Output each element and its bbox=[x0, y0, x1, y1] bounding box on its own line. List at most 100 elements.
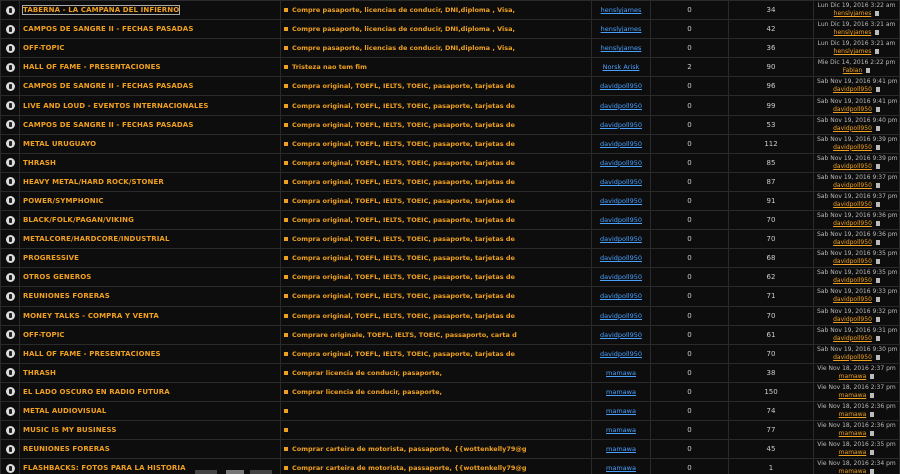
author-link[interactable]: davidpoll950 bbox=[600, 292, 642, 300]
author-link[interactable]: davidpoll950 bbox=[600, 159, 642, 167]
go-to-last-post-icon[interactable] bbox=[870, 392, 875, 398]
last-post-user-link[interactable]: mamawa bbox=[839, 411, 867, 418]
last-post-user-link[interactable]: davidpoll950 bbox=[833, 86, 872, 93]
forum-link[interactable]: HALL OF FAME - PRESENTACIONES bbox=[23, 350, 161, 358]
topic-link[interactable]: Compra original, TOEFL, IELTS, TOEIC, pa… bbox=[292, 273, 515, 281]
last-post-user-link[interactable]: mamawa bbox=[839, 449, 867, 456]
go-to-last-post-icon[interactable] bbox=[875, 278, 880, 284]
last-post-user-link[interactable]: davidpoll950 bbox=[833, 182, 872, 189]
go-to-last-post-icon[interactable] bbox=[870, 431, 875, 437]
last-post-user-link[interactable]: davidpoll950 bbox=[833, 201, 872, 208]
author-link[interactable]: mamawa bbox=[606, 388, 636, 396]
go-to-last-post-icon[interactable] bbox=[875, 106, 880, 112]
topic-link[interactable]: Tristeza nao tem fim bbox=[292, 63, 367, 71]
last-post-user-link[interactable]: davidpoll950 bbox=[833, 335, 872, 342]
go-to-last-post-icon[interactable] bbox=[875, 11, 880, 17]
topic-link[interactable]: Comprar licencia de conducir, pasaporte, bbox=[292, 388, 442, 396]
forum-link[interactable]: REUNIONES FORERAS bbox=[23, 292, 110, 300]
topic-link[interactable]: Compra original, TOEFL, IELTS, TOEIC, pa… bbox=[292, 197, 515, 205]
forum-link[interactable]: BLACK/FOLK/PAGAN/VIKING bbox=[23, 216, 134, 224]
forum-link[interactable]: EL LADO OSCURO EN RADIO FUTURA bbox=[23, 388, 170, 396]
topic-link[interactable]: Compra original, TOEFL, IELTS, TOEIC, pa… bbox=[292, 312, 515, 320]
topic-link[interactable]: Compre pasaporte, licencias de conducir,… bbox=[292, 44, 515, 52]
topic-link[interactable]: Compre pasaporte, licencias de conducir,… bbox=[292, 6, 515, 14]
go-to-last-post-icon[interactable] bbox=[875, 240, 880, 246]
forum-link[interactable]: HALL OF FAME - PRESENTACIONES bbox=[23, 63, 161, 71]
last-post-user-link[interactable]: henslyjames bbox=[834, 48, 872, 55]
author-link[interactable]: davidpoll950 bbox=[600, 312, 642, 320]
forum-link[interactable]: MONEY TALKS - COMPRA Y VENTA bbox=[23, 312, 159, 320]
last-post-user-link[interactable]: davidpoll950 bbox=[833, 316, 872, 323]
forum-link[interactable]: CAMPOS DE SANGRE II - FECHAS PASADAS bbox=[23, 121, 193, 129]
topic-link[interactable]: Compra original, TOEFL, IELTS, TOEIC, pa… bbox=[292, 82, 515, 90]
author-link[interactable]: davidpoll950 bbox=[600, 235, 642, 243]
go-to-last-post-icon[interactable] bbox=[866, 68, 871, 74]
page-link[interactable] bbox=[250, 470, 272, 474]
go-to-last-post-icon[interactable] bbox=[875, 259, 880, 265]
forum-link[interactable]: HEAVY METAL/HARD ROCK/STONER bbox=[23, 178, 164, 186]
go-to-last-post-icon[interactable] bbox=[875, 201, 880, 207]
author-link[interactable]: davidpoll950 bbox=[600, 140, 642, 148]
go-to-last-post-icon[interactable] bbox=[875, 163, 880, 169]
last-post-user-link[interactable]: davidpoll950 bbox=[833, 220, 872, 227]
last-post-user-link[interactable]: davidpoll950 bbox=[833, 277, 872, 284]
last-post-user-link[interactable]: davidpoll950 bbox=[833, 144, 872, 151]
forum-link[interactable]: THRASH bbox=[23, 159, 56, 167]
page-link[interactable] bbox=[195, 470, 217, 474]
author-link[interactable]: henslyjames bbox=[601, 44, 642, 52]
forum-link[interactable]: REUNIONES FORERAS bbox=[23, 445, 110, 453]
author-link[interactable]: mamawa bbox=[606, 407, 636, 415]
forum-link[interactable]: OFF-TOPIC bbox=[23, 44, 65, 52]
go-to-last-post-icon[interactable] bbox=[875, 221, 880, 227]
forum-link[interactable]: OTROS GENEROS bbox=[23, 273, 91, 281]
topic-link[interactable]: Compra original, TOEFL, IELTS, TOEIC, pa… bbox=[292, 159, 515, 167]
topic-link[interactable]: Comprare originale, TOEFL, IELTS, TOEIC,… bbox=[292, 331, 517, 339]
topic-link[interactable]: Compra original, TOEFL, IELTS, TOEIC, pa… bbox=[292, 254, 515, 262]
forum-link[interactable]: LIVE AND LOUD - EVENTOS INTERNACIONALES bbox=[23, 102, 209, 110]
last-post-user-link[interactable]: davidpoll950 bbox=[833, 125, 872, 132]
author-link[interactable]: davidpoll950 bbox=[600, 254, 642, 262]
last-post-user-link[interactable]: Fabian bbox=[843, 67, 863, 74]
go-to-last-post-icon[interactable] bbox=[875, 125, 880, 131]
go-to-last-post-icon[interactable] bbox=[875, 297, 880, 303]
topic-link[interactable]: Comprar carteira de motorista, passaport… bbox=[292, 445, 527, 453]
last-post-user-link[interactable]: mamawa bbox=[839, 392, 867, 399]
author-link[interactable]: davidpoll950 bbox=[600, 216, 642, 224]
forum-link[interactable]: METAL AUDIOVISUAL bbox=[23, 407, 106, 415]
go-to-last-post-icon[interactable] bbox=[875, 87, 880, 93]
go-to-last-post-icon[interactable] bbox=[875, 354, 880, 360]
go-to-last-post-icon[interactable] bbox=[875, 49, 880, 55]
last-post-user-link[interactable]: henslyjames bbox=[834, 29, 872, 36]
forum-link[interactable]: TABERNA - LA CAMPANA DEL INFIERNO bbox=[21, 5, 181, 16]
last-post-user-link[interactable]: mamawa bbox=[839, 430, 867, 437]
go-to-last-post-icon[interactable] bbox=[870, 373, 875, 379]
author-link[interactable]: henslyjames bbox=[601, 25, 642, 33]
author-link[interactable]: mamawa bbox=[606, 369, 636, 377]
author-link[interactable]: mamawa bbox=[606, 445, 636, 453]
last-post-user-link[interactable]: davidpoll950 bbox=[833, 354, 872, 361]
forum-link[interactable]: MUSIC IS MY BUSINESS bbox=[23, 426, 117, 434]
forum-link[interactable]: METAL URUGUAYO bbox=[23, 140, 96, 148]
author-link[interactable]: davidpoll950 bbox=[600, 121, 642, 129]
go-to-last-post-icon[interactable] bbox=[875, 316, 880, 322]
author-link[interactable]: davidpoll950 bbox=[600, 331, 642, 339]
forum-link[interactable]: OFF-TOPIC bbox=[23, 331, 65, 339]
topic-link[interactable]: Compra original, TOEFL, IELTS, TOEIC, pa… bbox=[292, 350, 515, 358]
last-post-user-link[interactable]: henslyjames bbox=[834, 10, 872, 17]
author-link[interactable]: davidpoll950 bbox=[600, 82, 642, 90]
author-link[interactable]: Norsk Arisk bbox=[603, 63, 640, 71]
last-post-user-link[interactable]: davidpoll950 bbox=[833, 239, 872, 246]
topic-link[interactable]: Comprar licencia de conducir, pasaporte, bbox=[292, 369, 442, 377]
topic-link[interactable]: Compra original, TOEFL, IELTS, TOEIC, pa… bbox=[292, 216, 515, 224]
topic-link[interactable]: Compra original, TOEFL, IELTS, TOEIC, pa… bbox=[292, 292, 515, 300]
topic-link[interactable]: Compra original, TOEFL, IELTS, TOEIC, pa… bbox=[292, 235, 515, 243]
go-to-last-post-icon[interactable] bbox=[870, 450, 875, 456]
topic-link[interactable]: Compra original, TOEFL, IELTS, TOEIC, pa… bbox=[292, 140, 515, 148]
go-to-last-post-icon[interactable] bbox=[875, 30, 880, 36]
author-link[interactable]: mamawa bbox=[606, 426, 636, 434]
forum-link[interactable]: CAMPOS DE SANGRE II - FECHAS PASADAS bbox=[23, 82, 193, 90]
go-to-last-post-icon[interactable] bbox=[875, 182, 880, 188]
topic-link[interactable]: Compra original, TOEFL, IELTS, TOEIC, pa… bbox=[292, 102, 515, 110]
topic-link[interactable]: Compre pasaporte, licencias de conducir,… bbox=[292, 25, 515, 33]
last-post-user-link[interactable]: davidpoll950 bbox=[833, 163, 872, 170]
